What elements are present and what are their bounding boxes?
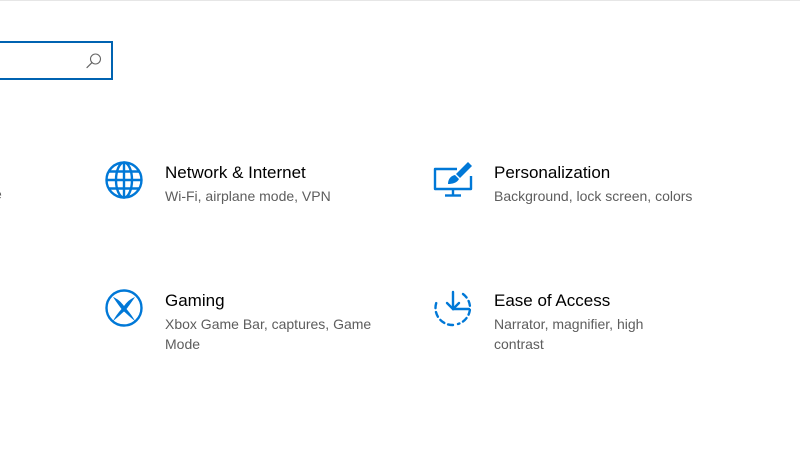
tile-personalization[interactable]: Personalization Background, lock screen,…: [433, 162, 724, 206]
tile-title: Gaming: [165, 291, 225, 310]
tile-description: Wi-Fi, airplane mode, VPN: [165, 188, 331, 204]
tile-ease-of-access[interactable]: Ease of Access Narrator, magnifier, high…: [433, 290, 679, 354]
clipped-sidebar-text: e: [0, 186, 6, 202]
paintbrush-monitor-icon: [433, 162, 473, 197]
tile-description: Xbox Game Bar, captures, Game Mode: [165, 316, 372, 352]
tile-title: Personalization: [494, 163, 611, 182]
tile-description: Narrator, magnifier, high contrast: [494, 316, 644, 352]
tile-title: Ease of Access: [494, 291, 611, 310]
search-input[interactable]: [0, 43, 88, 78]
globe-icon: [105, 161, 143, 199]
top-divider: [0, 0, 800, 1]
tile-gaming[interactable]: Gaming Xbox Game Bar, captures, Game Mod…: [104, 289, 380, 354]
ease-of-access-icon: [434, 290, 472, 327]
tile-title: Network & Internet: [165, 163, 306, 182]
xbox-icon: [105, 289, 143, 327]
tile-description: Background, lock screen, colors: [494, 188, 693, 204]
settings-page: e Network & Internet Wi-Fi, airplane mod…: [0, 0, 800, 450]
search-icon[interactable]: [85, 52, 103, 70]
tile-network-internet[interactable]: Network & Internet Wi-Fi, airplane mode,…: [104, 161, 395, 206]
search-box[interactable]: [0, 41, 113, 80]
